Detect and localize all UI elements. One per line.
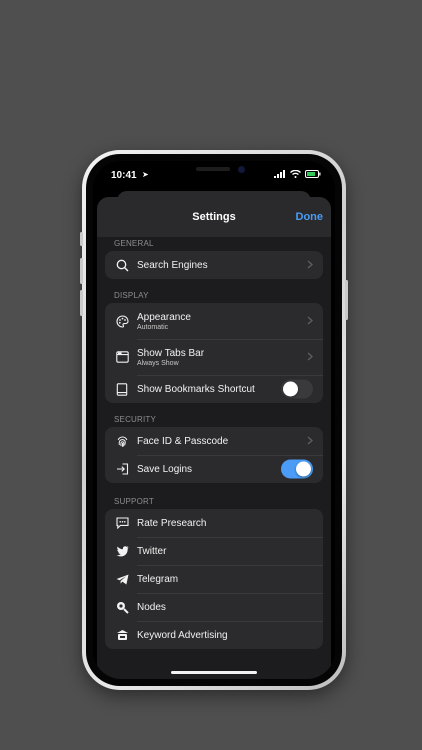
telegram-icon bbox=[115, 572, 129, 586]
row-label: Rate Presearch bbox=[137, 517, 207, 529]
twitter-icon bbox=[115, 544, 129, 558]
row-label: Show Bookmarks Shortcut bbox=[137, 383, 255, 395]
fingerprint-icon bbox=[115, 434, 129, 448]
row-show-bookmarks-shortcut: Show Bookmarks Shortcut bbox=[105, 375, 323, 403]
notch bbox=[152, 161, 276, 181]
row-rate-presearch[interactable]: Rate Presearch bbox=[105, 509, 323, 537]
row-label: Nodes bbox=[137, 601, 166, 613]
toggle-knob bbox=[283, 381, 298, 397]
group-security: Face ID & Passcode Save Logins bbox=[105, 427, 323, 483]
row-save-logins: Save Logins bbox=[105, 455, 323, 483]
group-general: Search Engines bbox=[105, 251, 323, 279]
phone-body: 10:41 ➤ Settings Done GENERAL Search Eng… bbox=[86, 154, 342, 686]
row-label: Telegram bbox=[137, 573, 179, 585]
volume-down-button bbox=[80, 290, 83, 316]
row-label: Save Logins bbox=[137, 463, 193, 475]
row-nodes[interactable]: Nodes bbox=[105, 593, 323, 621]
book-icon bbox=[115, 382, 129, 396]
section-header-general: GENERAL bbox=[114, 239, 154, 248]
section-header-display: DISPLAY bbox=[114, 291, 149, 300]
silent-switch bbox=[80, 232, 83, 246]
bookmarks-shortcut-toggle[interactable] bbox=[281, 379, 313, 399]
settings-sheet: Settings Done GENERAL Search Engines DIS… bbox=[97, 197, 331, 679]
section-header-security: SECURITY bbox=[114, 415, 157, 424]
chevron-right-icon bbox=[307, 432, 313, 450]
row-show-tabs-bar[interactable]: Show Tabs Bar Always Show bbox=[105, 339, 323, 375]
login-icon bbox=[115, 462, 129, 476]
battery-icon bbox=[305, 170, 321, 178]
home-indicator[interactable] bbox=[171, 671, 257, 674]
search-icon bbox=[115, 258, 129, 272]
chevron-right-icon bbox=[307, 312, 313, 330]
browser-window-icon bbox=[115, 350, 129, 364]
message-star-icon bbox=[115, 516, 129, 530]
row-label: Appearance bbox=[137, 311, 191, 323]
chevron-right-icon bbox=[307, 256, 313, 274]
row-telegram[interactable]: Telegram bbox=[105, 565, 323, 593]
speaker-grille bbox=[196, 167, 230, 171]
phone-screen: 10:41 ➤ Settings Done GENERAL Search Eng… bbox=[93, 161, 335, 679]
power-button bbox=[345, 280, 348, 320]
row-label: Show Tabs Bar bbox=[137, 347, 205, 359]
status-icons bbox=[274, 170, 321, 178]
row-label: Keyword Advertising bbox=[137, 629, 228, 641]
row-sublabel: Automatic bbox=[137, 323, 169, 331]
row-text: Show Tabs Bar Always Show bbox=[137, 348, 204, 367]
status-time: 10:41 bbox=[111, 170, 137, 181]
palette-icon bbox=[115, 314, 129, 328]
row-twitter[interactable]: Twitter bbox=[105, 537, 323, 565]
wifi-icon bbox=[290, 170, 301, 178]
row-search-engines[interactable]: Search Engines bbox=[105, 251, 323, 279]
done-button[interactable]: Done bbox=[296, 211, 324, 223]
row-face-id-passcode[interactable]: Face ID & Passcode bbox=[105, 427, 323, 455]
volume-up-button bbox=[80, 258, 83, 284]
row-sublabel: Always Show bbox=[137, 359, 179, 367]
phone-frame: 10:41 ➤ Settings Done GENERAL Search Eng… bbox=[80, 150, 348, 690]
nav-bar: Settings Done bbox=[97, 197, 331, 237]
node-search-icon bbox=[115, 600, 129, 614]
front-camera bbox=[238, 166, 245, 173]
section-header-support: SUPPORT bbox=[114, 497, 154, 506]
toggle-knob bbox=[296, 461, 311, 477]
group-support: Rate Presearch Twitter Telegram Nodes Ke… bbox=[105, 509, 323, 649]
row-appearance[interactable]: Appearance Automatic bbox=[105, 303, 323, 339]
row-label: Twitter bbox=[137, 545, 167, 557]
chevron-right-icon bbox=[307, 348, 313, 366]
save-logins-toggle[interactable] bbox=[281, 459, 313, 479]
row-keyword-advertising[interactable]: Keyword Advertising bbox=[105, 621, 323, 649]
advertising-icon bbox=[115, 628, 129, 642]
row-text: Appearance Automatic bbox=[137, 312, 191, 331]
location-arrow-icon: ➤ bbox=[142, 170, 149, 179]
row-label: Search Engines bbox=[137, 259, 208, 271]
group-display: Appearance Automatic Show Tabs Bar Alway… bbox=[105, 303, 323, 403]
row-label: Face ID & Passcode bbox=[137, 435, 229, 447]
signal-icon bbox=[274, 170, 285, 178]
